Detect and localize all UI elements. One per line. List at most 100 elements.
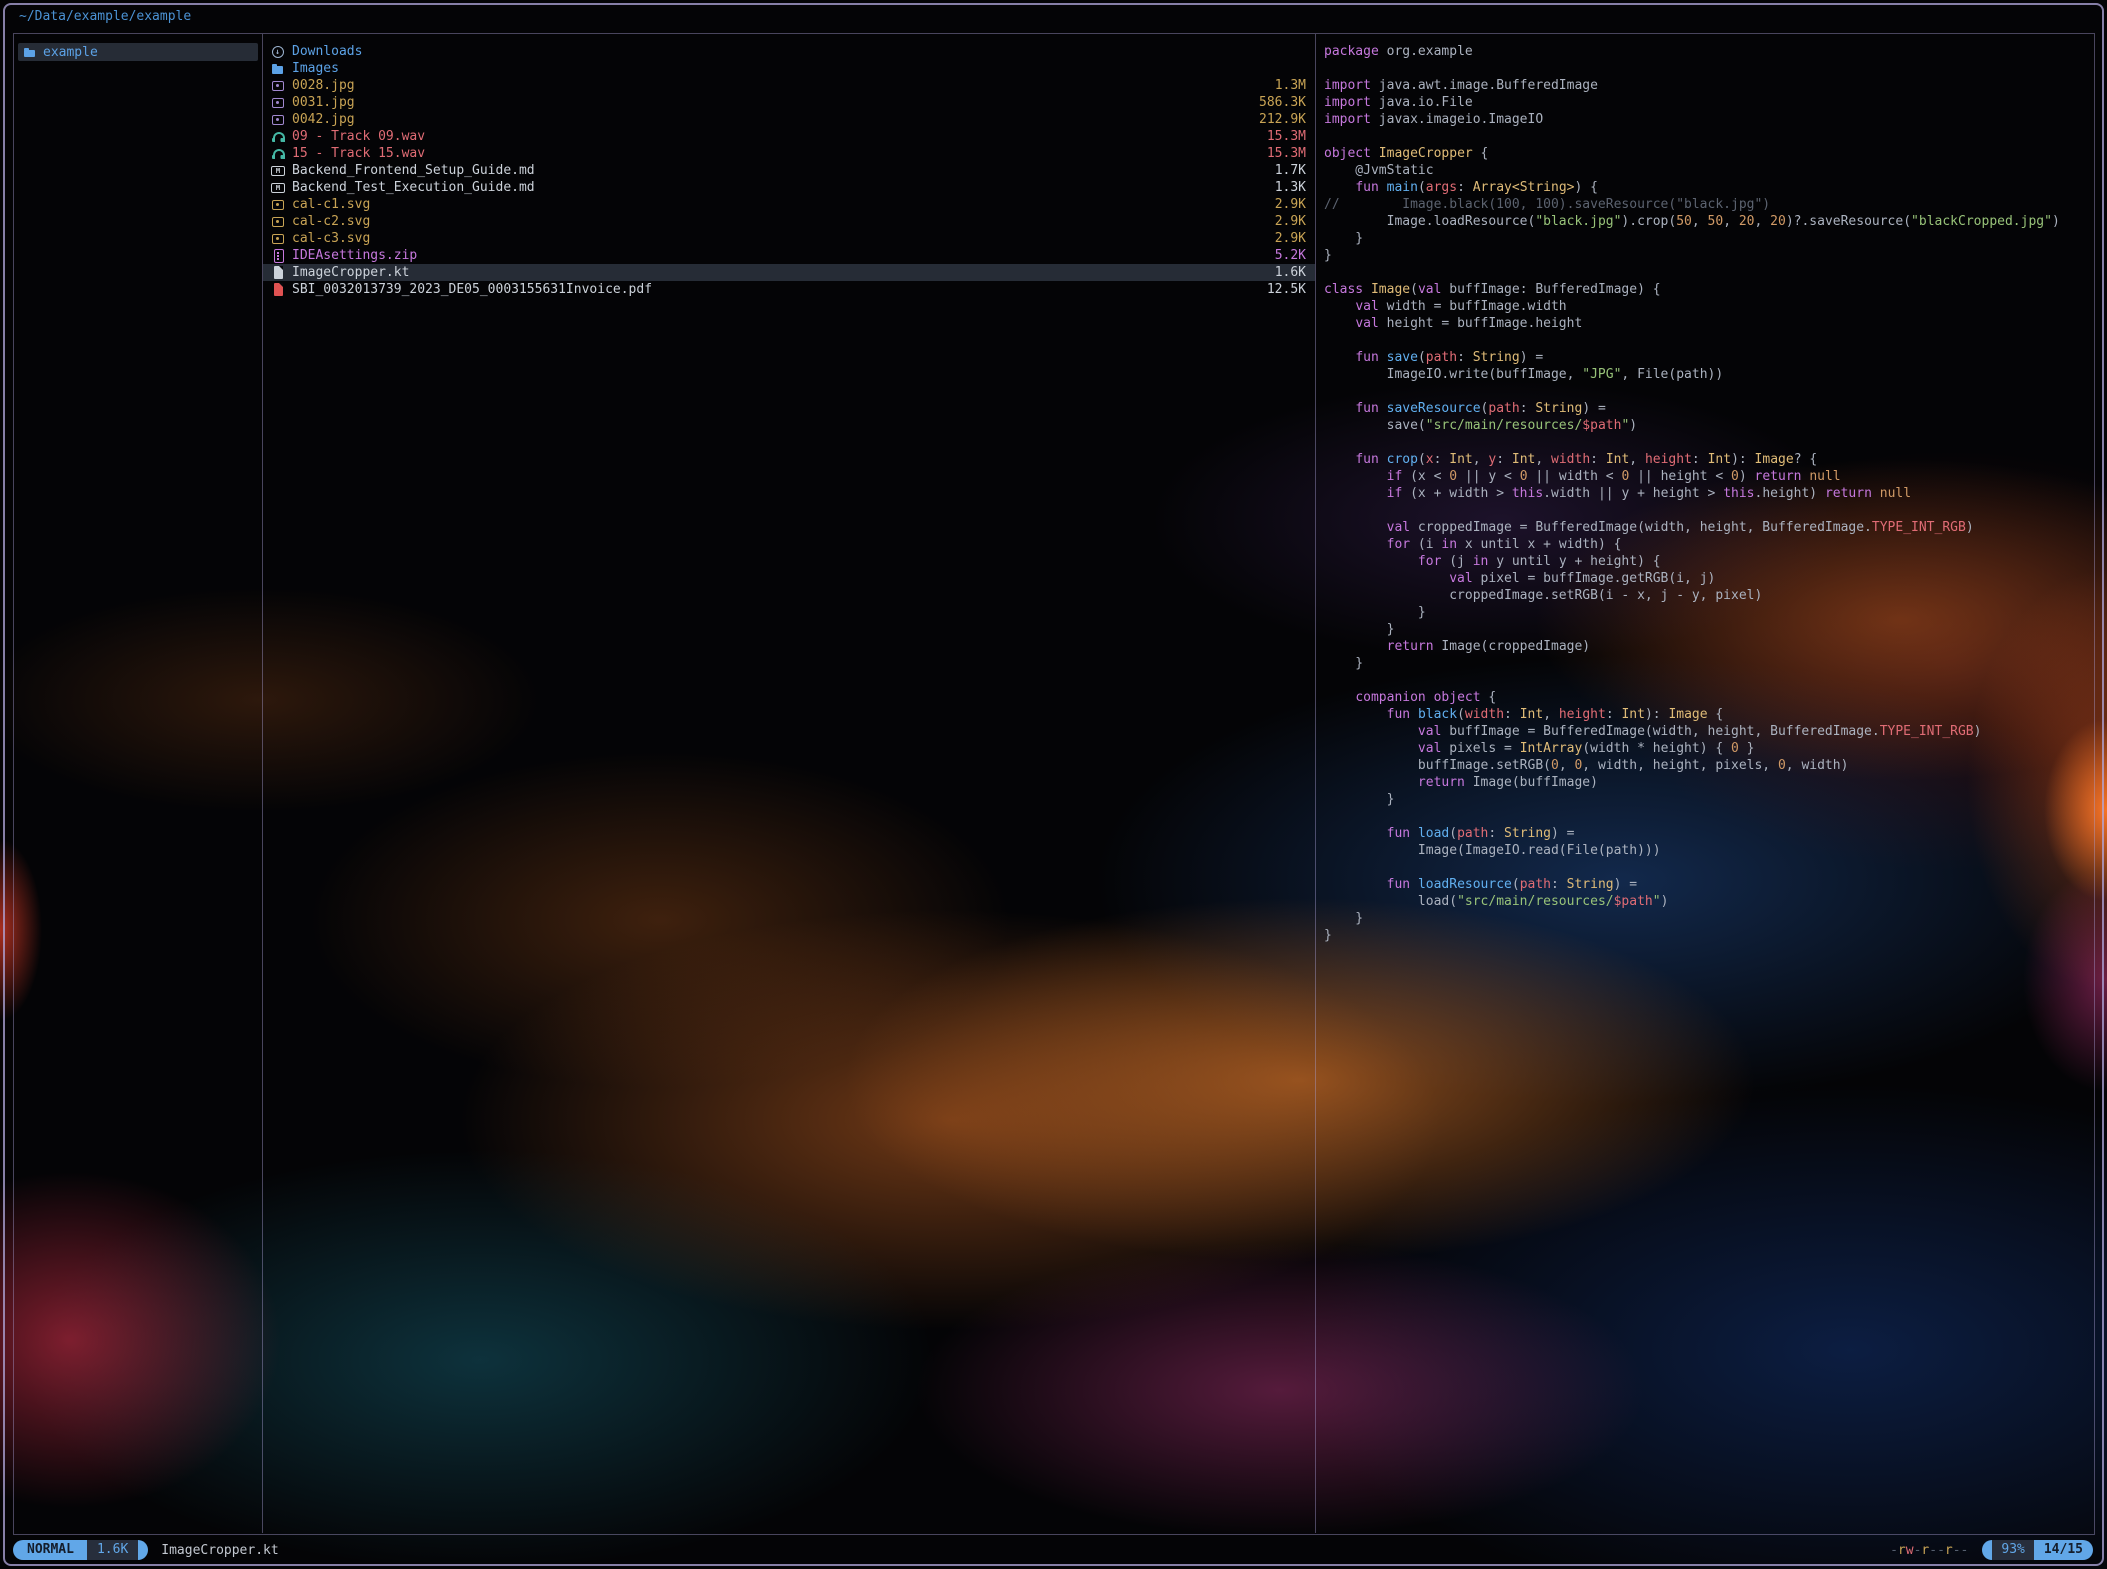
pdf-icon [271,283,285,297]
file-size: 2.9K [1275,231,1306,246]
file-row[interactable]: IDEAsettings.zip5.2K [263,247,1315,264]
markdown-icon [271,181,285,195]
code-line: } [1324,247,2096,264]
file-name: SBI_0032013739_2023_DE05_0003155631Invoi… [292,282,652,297]
code-line [1324,332,2096,349]
powerline-cap-icon [138,1540,148,1560]
file-size: 1.6K [1275,265,1306,280]
code-line: fun save(path: String) = [1324,349,2096,366]
code-line [1324,60,2096,77]
file-row[interactable]: 0031.jpg 586.3K [263,94,1315,111]
code-line: import java.awt.image.BufferedImage [1324,77,2096,94]
file-row[interactable]: 0028.jpg 1.3M [263,77,1315,94]
file-row[interactable]: 0042.jpg 212.9K [263,111,1315,128]
file-name: Backend_Frontend_Setup_Guide.md [292,163,535,178]
file-row[interactable]: 09 - Track 09.wav15.3M [263,128,1315,145]
file-size: 12.5K [1267,282,1306,297]
file-row[interactable]: Backend_Test_Execution_Guide.md1.3K [263,179,1315,196]
file-icon [271,266,285,280]
file-size: 1.3M [1275,78,1306,93]
directory-name: example [43,45,98,60]
code-line: } [1324,621,2096,638]
code-line: save("src/main/resources/$path") [1324,417,2096,434]
cwd-path: ~/Data/example/example [19,9,191,24]
folder-download-icon [271,45,285,59]
code-line: object ImageCropper { [1324,145,2096,162]
code-line [1324,808,2096,825]
file-row[interactable]: cal-c2.svg2.9K [263,213,1315,230]
file-name: cal-c1.svg [292,197,370,212]
folder-icon [23,45,37,59]
code-line: val pixel = buffImage.getRGB(i, j) [1324,570,2096,587]
file-name: 15 - Track 15.wav [292,146,425,161]
file-preview-pane[interactable]: package org.example import java.awt.imag… [1320,34,2096,1532]
code-line [1324,502,2096,519]
code-line: // Image.black(100, 100).saveResource("b… [1324,196,2096,213]
code-line: Image(ImageIO.read(File(path))) [1324,842,2096,859]
file-row[interactable]: SBI_0032013739_2023_DE05_0003155631Invoi… [263,281,1315,298]
scroll-percent-indicator: 93% [1992,1540,2033,1560]
markdown-icon [271,164,285,178]
code-line: } [1324,655,2096,672]
file-name: ImageCropper.kt [292,265,409,280]
audio-icon [271,147,285,161]
parent-directory-pane: example [14,34,262,1532]
code-line: import java.io.File [1324,94,2096,111]
status-bar-left: NORMAL 1.6K ImageCropper.kt [13,1540,279,1560]
image-icon [271,232,285,246]
file-row[interactable]: ImageCropper.kt 1.6K [263,264,1315,281]
code-line [1324,383,2096,400]
code-line: val height = buffImage.height [1324,315,2096,332]
file-list-pane: DownloadsImages0028.jpg 1.3M 0031.jpg 586.3… [263,34,1315,1532]
code-line [1324,672,2096,689]
code-line: fun main(args: Array<String>) { [1324,179,2096,196]
file-size: 2.9K [1275,197,1306,212]
parent-dir-item[interactable]: example [18,43,258,61]
file-size-indicator: 1.6K [87,1540,138,1560]
pane-separator [1315,34,1316,1533]
file-size: 5.2K [1275,248,1306,263]
file-size: 2.9K [1275,214,1306,229]
code-line: @JvmStatic [1324,162,2096,179]
file-size: 212.9K [1259,112,1306,127]
code-line: fun saveResource(path: String) = [1324,400,2096,417]
file-size: 1.3K [1275,180,1306,195]
code-line: companion object { [1324,689,2096,706]
code-line: val buffImage = BufferedImage(width, hei… [1324,723,2096,740]
code-line: if (x < 0 || y < 0 || width < 0 || heigh… [1324,468,2096,485]
file-size: 586.3K [1259,95,1306,110]
code-line: Image.loadResource("black.jpg").crop(50,… [1324,213,2096,230]
code-line: val croppedImage = BufferedImage(width, … [1324,519,2096,536]
file-name: 0028.jpg [292,78,355,93]
file-row[interactable]: Backend_Frontend_Setup_Guide.md1.7K [263,162,1315,179]
audio-icon [271,130,285,144]
code-line: ImageIO.write(buffImage, "JPG", File(pat… [1324,366,2096,383]
file-row[interactable]: cal-c1.svg 2.9K [263,196,1315,213]
code-line [1324,859,2096,876]
code-line: val pixels = IntArray(width * height) { … [1324,740,2096,757]
folder-icon [271,62,285,76]
file-row[interactable]: 15 - Track 15.wav 15.3M [263,145,1315,162]
file-row[interactable]: Images [263,60,1315,77]
code-line: load("src/main/resources/$path") [1324,893,2096,910]
code-line: } [1324,230,2096,247]
code-line: } [1324,910,2096,927]
image-icon [271,96,285,110]
status-bar-right: -rw-r--r-- 93% 14/15 [1890,1540,2093,1560]
file-name: 0042.jpg [292,112,355,127]
code-line: return Image(buffImage) [1324,774,2096,791]
file-size: 15.3M [1267,129,1306,144]
file-permissions: -rw-r--r-- [1890,1543,1968,1558]
status-file-name: ImageCropper.kt [161,1543,278,1558]
file-row[interactable]: cal-c3.svg2.9K [263,230,1315,247]
code-line: val width = buffImage.width [1324,298,2096,315]
code-line: } [1324,791,2096,808]
file-name: 0031.jpg [292,95,355,110]
code-line: } [1324,604,2096,621]
file-row[interactable]: Downloads [263,43,1315,60]
status-bar: NORMAL 1.6K ImageCropper.kt -rw-r--r-- 9… [13,1540,2093,1560]
code-line: if (x + width > this.width || y + height… [1324,485,2096,502]
file-size: 15.3M [1267,146,1306,161]
file-name: Downloads [292,44,362,59]
code-line: class Image(val buffImage: BufferedImage… [1324,281,2096,298]
